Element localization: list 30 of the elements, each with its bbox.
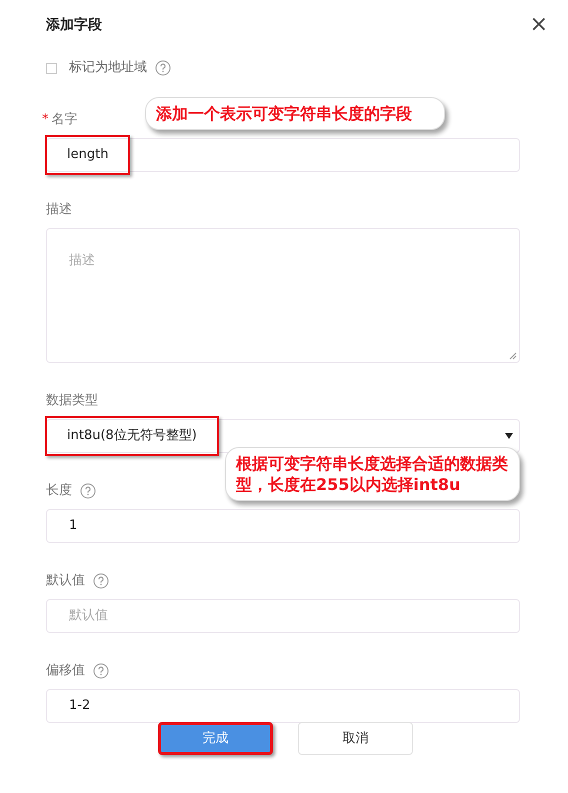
cancel-button[interactable]: 取消 — [298, 722, 413, 755]
callout-tooltip: 添加一个表示可变字符串长度的字段 — [145, 97, 445, 130]
field-value: int8u(8位无符号整型) — [45, 416, 219, 456]
field-label: 长度 — [46, 482, 72, 500]
field-label: 数据类型 — [46, 392, 98, 410]
field-value: 1-2 — [68, 697, 92, 716]
field-label: 默认值 — [46, 572, 85, 590]
dropdown-caret-icon[interactable] — [505, 433, 513, 439]
help-icon[interactable] — [93, 663, 109, 679]
callout-tooltip: 根据可变字符串长度选择合适的数据类型，长度在255以内选择int8u — [225, 447, 520, 501]
input-field[interactable]: 1-2 — [46, 689, 520, 723]
dialog-title: 添加字段 — [46, 16, 102, 34]
resize-handle-icon[interactable] — [509, 352, 517, 360]
required-mark: * — [42, 111, 48, 130]
field-value: 1 — [68, 517, 78, 536]
help-icon[interactable] — [155, 60, 171, 76]
field-label: 名字 — [52, 111, 78, 130]
close-button[interactable]: × — [530, 14, 548, 36]
input-field[interactable]: 1 — [46, 509, 520, 543]
select-field[interactable]: int8u(8位无符号整型) — [46, 419, 520, 453]
field-placeholder: 描述 — [68, 253, 96, 268]
checkbox-label: 标记为地址域 — [69, 59, 147, 78]
field-label: 偏移值 — [46, 662, 85, 680]
checkbox[interactable] — [46, 62, 57, 74]
help-icon[interactable] — [80, 483, 96, 499]
help-icon[interactable] — [93, 573, 109, 589]
input-field[interactable]: length — [46, 138, 520, 172]
field-label: 描述 — [46, 201, 72, 220]
field-value: length — [45, 135, 130, 175]
field-placeholder: 默认值 — [68, 607, 109, 626]
